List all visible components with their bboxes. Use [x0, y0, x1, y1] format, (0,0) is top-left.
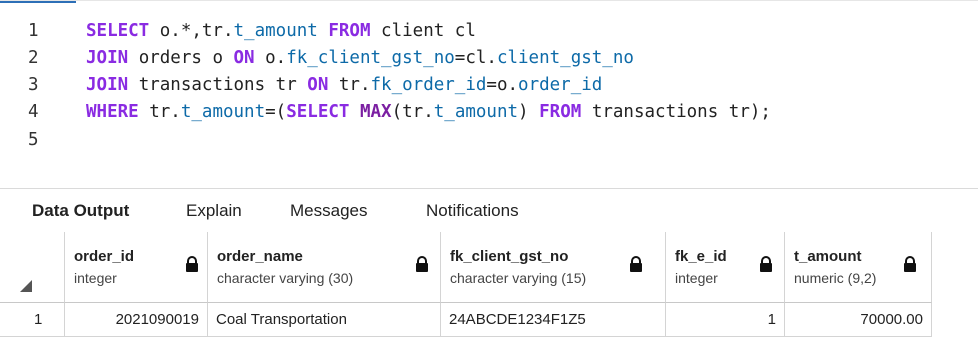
- code-token: fk_client_gst_no: [286, 48, 455, 68]
- code-line[interactable]: 2 JOIN orders o ON o.fk_client_gst_no=cl.…: [0, 45, 978, 71]
- code-token: WHERE: [86, 102, 139, 122]
- code-line[interactable]: 3 JOIN transactions tr ON tr.fk_order_id=…: [0, 72, 978, 98]
- results-tabs: Data Output Explain Messages Notificatio…: [0, 188, 978, 234]
- code-token: tr.: [328, 75, 371, 95]
- column-type: integer: [74, 270, 117, 286]
- lock-icon: [760, 256, 772, 272]
- column-header-t-amount[interactable]: t_amount numeric (9,2): [785, 232, 932, 303]
- code-token: orders o: [128, 48, 234, 68]
- cell-fk-e-id[interactable]: 1: [666, 303, 785, 337]
- lock-icon: [186, 256, 198, 272]
- code-line[interactable]: 5: [0, 127, 978, 153]
- line-number: 5: [28, 130, 39, 150]
- code-text[interactable]: JOIN orders o ON o.fk_client_gst_no=cl.c…: [86, 45, 634, 71]
- column-header-order-name[interactable]: order_name character varying (30): [208, 232, 441, 303]
- code-text[interactable]: SELECT o.*,tr.t_amount FROM client cl: [86, 18, 476, 44]
- code-token: ON: [307, 75, 329, 95]
- column-name: fk_e_id: [675, 248, 727, 265]
- column-name: order_name: [217, 248, 303, 265]
- code-token: =cl.: [454, 48, 497, 68]
- column-header-fk-e-id[interactable]: fk_e_id integer: [666, 232, 785, 303]
- code-line[interactable]: 1 SELECT o.*,tr.t_amount FROM client cl: [0, 18, 978, 44]
- code-token: JOIN: [86, 75, 129, 95]
- code-token: SELECT: [286, 102, 350, 122]
- code-token: MAX: [359, 102, 392, 122]
- tab-data-output[interactable]: Data Output: [32, 189, 129, 233]
- code-token: (tr.: [391, 102, 434, 122]
- column-name: order_id: [74, 248, 135, 265]
- sql-editor[interactable]: 1 SELECT o.*,tr.t_amount FROM client cl 2 J…: [0, 0, 978, 185]
- code-token: fk_order_id: [370, 75, 487, 95]
- line-number: 1: [28, 21, 39, 41]
- data-output-grid: order_id integer order_name character va…: [0, 232, 978, 347]
- column-header-order-id[interactable]: order_id integer: [65, 232, 208, 303]
- cell-order-name[interactable]: Coal Transportation: [208, 303, 441, 337]
- sort-corner-icon: [20, 280, 32, 292]
- cell-fk-client-gst-no[interactable]: 24ABCDE1234F1Z5: [441, 303, 666, 337]
- column-type: character varying (30): [217, 270, 354, 286]
- cell-t-amount[interactable]: 70000.00: [785, 303, 932, 337]
- code-text[interactable]: JOIN transactions tr ON tr.fk_order_id=o…: [86, 72, 602, 98]
- tab-notifications[interactable]: Notifications: [426, 189, 519, 233]
- lock-icon: [416, 256, 428, 272]
- code-token: =(: [265, 102, 287, 122]
- tab-explain[interactable]: Explain: [186, 189, 242, 233]
- code-token: JOIN: [86, 48, 129, 68]
- code-token: order_id: [518, 75, 603, 95]
- line-number: 3: [28, 75, 39, 95]
- code-line[interactable]: 4 WHERE tr.t_amount=(SELECT MAX(tr.t_amou…: [0, 99, 978, 125]
- code-token: FROM: [328, 21, 371, 41]
- code-token: client cl: [370, 21, 476, 41]
- column-name: t_amount: [794, 248, 862, 265]
- code-text[interactable]: WHERE tr.t_amount=(SELECT MAX(tr.t_amoun…: [86, 99, 771, 125]
- code-token: =o.: [486, 75, 519, 95]
- editor-tab-indicator: [0, 1, 76, 3]
- code-token: transactions tr);: [581, 102, 771, 122]
- code-token: ): [518, 102, 540, 122]
- code-token: FROM: [539, 102, 582, 122]
- cell-order-id[interactable]: 2021090019: [65, 303, 208, 337]
- column-type: numeric (9,2): [794, 270, 877, 286]
- code-token: transactions tr: [128, 75, 308, 95]
- column-type: integer: [675, 270, 718, 286]
- tab-messages[interactable]: Messages: [290, 189, 367, 233]
- lock-icon: [630, 256, 642, 272]
- code-token: o.*,tr.: [149, 21, 234, 41]
- code-token: tr.: [138, 102, 181, 122]
- code-token: client_gst_no: [496, 48, 634, 68]
- code-token: ON: [233, 48, 255, 68]
- code-token: SELECT: [86, 21, 150, 41]
- line-number: 2: [28, 48, 39, 68]
- grid-corner[interactable]: [0, 232, 65, 303]
- column-type: character varying (15): [450, 270, 587, 286]
- line-number: 4: [28, 102, 39, 122]
- code-token: t_amount: [180, 102, 266, 122]
- code-token: o.: [254, 48, 287, 68]
- lock-icon: [904, 256, 916, 272]
- code-token: t_amount: [233, 21, 318, 41]
- column-header-fk-client-gst-no[interactable]: fk_client_gst_no character varying (15): [441, 232, 666, 303]
- code-token: t_amount: [433, 102, 519, 122]
- column-name: fk_client_gst_no: [450, 248, 569, 265]
- row-number[interactable]: 1: [0, 303, 65, 337]
